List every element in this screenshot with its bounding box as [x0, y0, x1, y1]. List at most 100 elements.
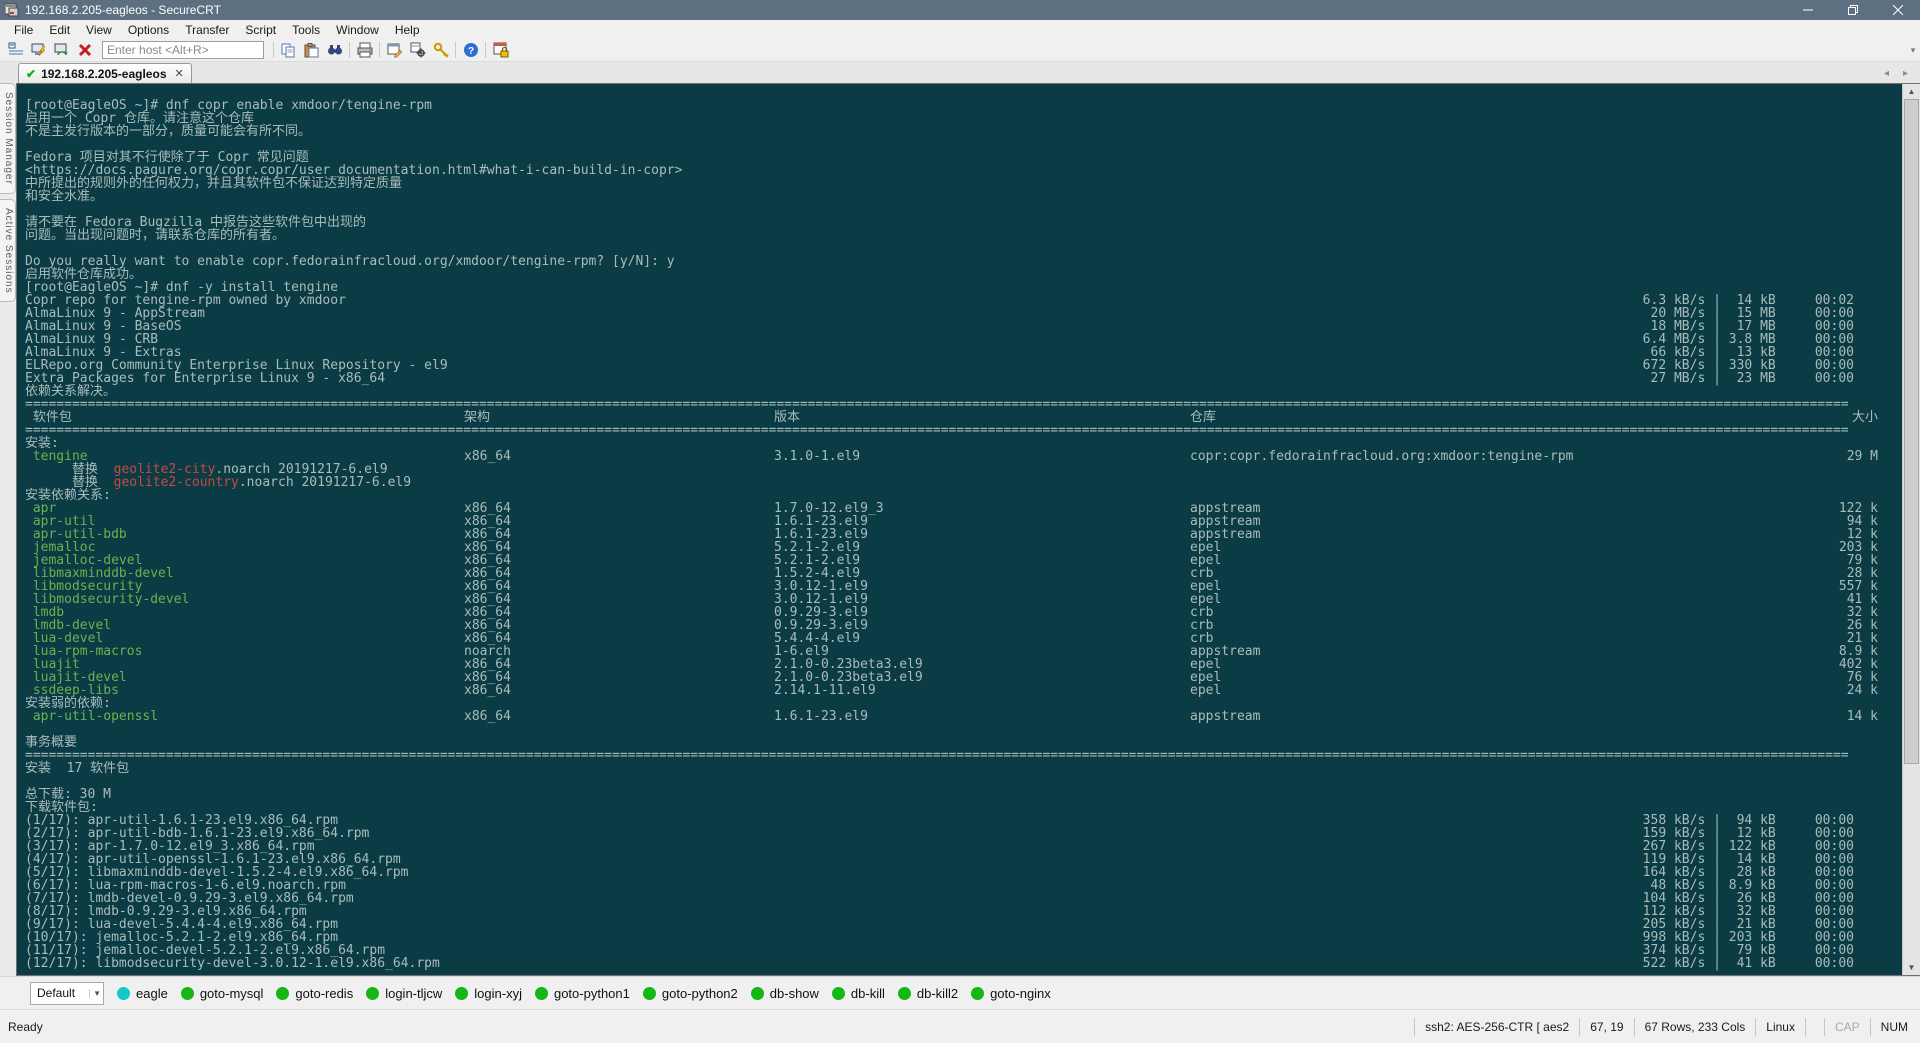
- help-icon[interactable]: ?: [459, 40, 482, 60]
- sidebar-tab-active-sessions[interactable]: Active Sessions: [0, 199, 16, 303]
- minimize-button[interactable]: [1785, 0, 1830, 20]
- button-bar-select-value: Default: [37, 986, 75, 1000]
- status-cursor-position: 67, 19: [1579, 1018, 1633, 1036]
- menu-edit[interactable]: Edit: [41, 23, 78, 37]
- button-bar-select[interactable]: Default ▼: [30, 982, 104, 1005]
- session-status-dot: [898, 987, 911, 1000]
- session-button-login-tljcw[interactable]: login-tljcw: [366, 986, 442, 1001]
- terminal-line: 总下载: 30 M: [17, 788, 1902, 801]
- terminal-line: 安装依赖关系:: [17, 489, 1902, 502]
- restore-button[interactable]: [1830, 0, 1875, 20]
- terminal-line: 安装 17 软件包: [17, 762, 1902, 775]
- session-button-label: goto-mysql: [200, 986, 264, 1001]
- secure-window-icon[interactable]: [489, 40, 512, 60]
- terminal-line: lmdb-develx86_640.9.29-3.el9crb26 k: [17, 619, 1902, 632]
- session-status-dot: [751, 987, 764, 1000]
- tab-scroll-right-icon[interactable]: ▸: [1903, 68, 1908, 79]
- terminal-line: libmodsecurityx86_643.0.12-1.el9epel557 …: [17, 580, 1902, 593]
- status-emulation: Linux: [1755, 1018, 1805, 1036]
- menu-script[interactable]: Script: [237, 23, 284, 37]
- tabbar: ✔ 192.168.2.205-eagleos ✕ ◂ ▸: [0, 61, 1920, 83]
- session-status-dot: [181, 987, 194, 1000]
- keys-icon[interactable]: [429, 40, 452, 60]
- session-button-login-xyj[interactable]: login-xyj: [455, 986, 522, 1001]
- session-button-eagle[interactable]: eagle: [117, 986, 168, 1001]
- status-ready: Ready: [8, 1020, 43, 1034]
- session-button-label: goto-python1: [554, 986, 630, 1001]
- terminal-line: aprx86_641.7.0-12.el9_3appstream122 k: [17, 502, 1902, 515]
- terminal-line: ========================================…: [17, 749, 1902, 762]
- menu-transfer[interactable]: Transfer: [177, 23, 237, 37]
- quick-connect-icon[interactable]: [27, 40, 50, 60]
- paste-icon[interactable]: [300, 40, 323, 60]
- menu-view[interactable]: View: [78, 23, 120, 37]
- reconnect-icon[interactable]: [50, 40, 73, 60]
- menu-tools[interactable]: Tools: [284, 23, 328, 37]
- terminal-line: jemallocx86_645.2.1-2.el9epel203 k: [17, 541, 1902, 554]
- session-status-dot: [455, 987, 468, 1000]
- session-button-goto-mysql[interactable]: goto-mysql: [181, 986, 264, 1001]
- tab-close-icon[interactable]: ✕: [175, 67, 184, 80]
- sidebar-tab-session-manager[interactable]: Session Manager: [0, 83, 16, 194]
- terminal-line: [17, 723, 1902, 736]
- terminal-line: ========================================…: [17, 398, 1902, 411]
- terminal-wrap: [root@EagleOS ~]# dnf copr enable xmdoor…: [16, 83, 1920, 976]
- session-button-label: goto-python2: [662, 986, 738, 1001]
- session-button-db-show[interactable]: db-show: [751, 986, 819, 1001]
- copy-icon[interactable]: [277, 40, 300, 60]
- scroll-up-icon[interactable]: ▲: [1903, 84, 1920, 99]
- menu-help[interactable]: Help: [387, 23, 428, 37]
- app-icon: [5, 3, 19, 17]
- session-options-icon[interactable]: [406, 40, 429, 60]
- toolbar-separator: [349, 42, 350, 58]
- scroll-down-icon[interactable]: ▼: [1903, 960, 1920, 975]
- statusbar: Ready ssh2: AES-256-CTR [ aes267, 1967 R…: [0, 1009, 1920, 1043]
- terminal-line: 替换 geolite2-country.noarch 20191217-6.el…: [17, 476, 1902, 489]
- close-button[interactable]: [1875, 0, 1920, 20]
- menu-options[interactable]: Options: [120, 23, 177, 37]
- toolbar-separator: [485, 42, 486, 58]
- terminal-line: Extra Packages for Enterprise Linux 9 - …: [17, 372, 1902, 385]
- properties-icon[interactable]: [383, 40, 406, 60]
- host-input[interactable]: [102, 41, 264, 59]
- session-button-label: goto-nginx: [990, 986, 1051, 1001]
- status-spacer: [1805, 1018, 1824, 1036]
- session-button-label: goto-redis: [295, 986, 353, 1001]
- terminal-line: 安装:: [17, 437, 1902, 450]
- menu-window[interactable]: Window: [328, 23, 387, 37]
- terminal-line: Do you really want to enable copr.fedora…: [17, 255, 1902, 268]
- session-button-goto-redis[interactable]: goto-redis: [276, 986, 353, 1001]
- chevron-down-icon: ▼: [89, 989, 101, 998]
- find-icon[interactable]: [323, 40, 346, 60]
- session-button-bar: Default ▼ eagle goto-mysql goto-redis login…: [0, 976, 1920, 1009]
- print-icon[interactable]: [353, 40, 376, 60]
- session-tab-label: 192.168.2.205-eagleos: [41, 67, 166, 81]
- terminal-line: jemalloc-develx86_645.2.1-2.el9epel79 k: [17, 554, 1902, 567]
- status-terminal-size: 67 Rows, 233 Cols: [1634, 1018, 1756, 1036]
- session-button-db-kill[interactable]: db-kill: [832, 986, 885, 1001]
- session-button-goto-nginx[interactable]: goto-nginx: [971, 986, 1051, 1001]
- session-button-goto-python2[interactable]: goto-python2: [643, 986, 738, 1001]
- menu-file[interactable]: File: [6, 23, 41, 37]
- terminal-line: 不是主发行版本的一部分，质量可能会有所不同。: [17, 125, 1902, 138]
- left-dock: Session Manager Active Sessions: [0, 83, 16, 976]
- session-status-dot: [971, 987, 984, 1000]
- terminal-line: luajit-develx86_642.1.0-0.23beta3.el9epe…: [17, 671, 1902, 684]
- disconnect-icon[interactable]: [73, 40, 96, 60]
- scrollbar-thumb[interactable]: [1904, 99, 1919, 764]
- session-tab[interactable]: ✔ 192.168.2.205-eagleos ✕: [18, 63, 192, 83]
- session-button-goto-python1[interactable]: goto-python1: [535, 986, 630, 1001]
- terminal-line: apr-utilx86_641.6.1-23.el9appstream94 k: [17, 515, 1902, 528]
- session-manager-icon[interactable]: [4, 40, 27, 60]
- tab-scroll-left-icon[interactable]: ◂: [1884, 68, 1889, 79]
- session-button-db-kill2[interactable]: db-kill2: [898, 986, 958, 1001]
- terminal-line: (12/17): libmodsecurity-devel-3.0.12-1.e…: [17, 957, 1902, 970]
- terminal-line: AlmaLinux 9 - AppStream 20 MB/s | 15 MB …: [17, 307, 1902, 320]
- session-status-dot: [643, 987, 656, 1000]
- terminal-line: lua-rpm-macrosnoarch1-6.el9appstream8.9 …: [17, 645, 1902, 658]
- terminal-screen[interactable]: [root@EagleOS ~]# dnf copr enable xmdoor…: [17, 84, 1902, 975]
- terminal-line: apr-util-opensslx86_641.6.1-23.el9appstr…: [17, 710, 1902, 723]
- session-status-dot: [832, 987, 845, 1000]
- terminal-scrollbar[interactable]: ▲ ▼: [1902, 84, 1920, 975]
- toolbar-overflow-button[interactable]: ▾: [1906, 45, 1920, 56]
